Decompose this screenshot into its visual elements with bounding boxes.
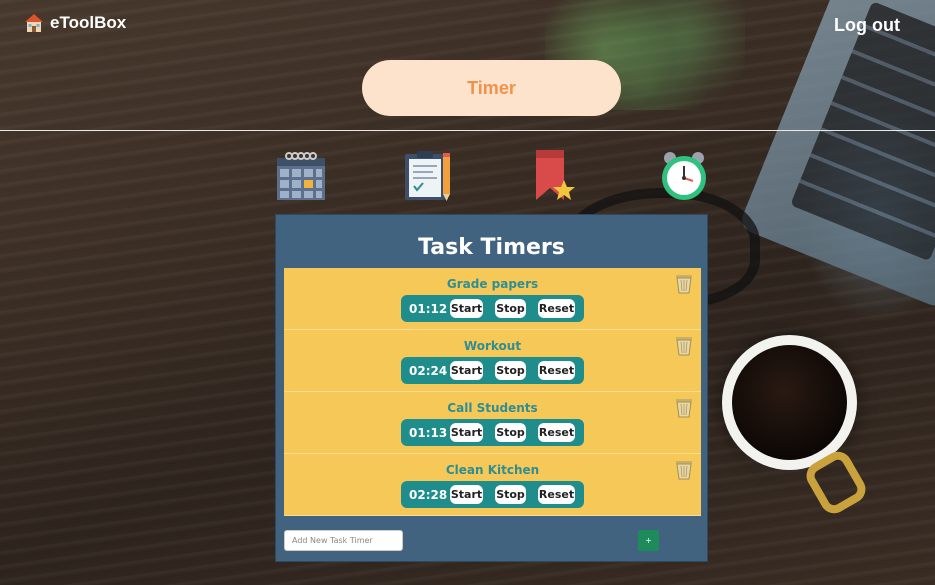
timer-controls: 02:24 Start Stop Reset xyxy=(401,357,584,384)
brand-name: eToolBox xyxy=(50,13,127,32)
timer-controls: 02:28 Start Stop Reset xyxy=(401,481,584,508)
reset-button[interactable]: Reset xyxy=(538,423,575,442)
add-task-input[interactable] xyxy=(284,530,403,551)
bookmark-star-icon[interactable] xyxy=(532,150,584,202)
panel-title: Task Timers xyxy=(418,235,565,260)
calendar-icon[interactable] xyxy=(275,150,327,202)
add-task-button[interactable]: + xyxy=(638,530,659,551)
reset-button[interactable]: Reset xyxy=(538,485,575,504)
alarm-clock-icon[interactable] xyxy=(658,150,710,202)
tool-tab-timer[interactable]: Timer xyxy=(362,60,621,116)
stop-button[interactable]: Stop xyxy=(495,485,526,504)
header-divider xyxy=(0,130,935,131)
start-button[interactable]: Start xyxy=(450,423,483,442)
stop-button[interactable]: Stop xyxy=(495,423,526,442)
timer-display: 01:12 xyxy=(409,301,448,316)
timer-display: 02:28 xyxy=(409,487,448,502)
clipboard-checklist-icon[interactable] xyxy=(403,150,455,202)
start-button[interactable]: Start xyxy=(450,299,483,318)
task-name: Workout xyxy=(463,339,522,353)
logout-link[interactable]: Log out xyxy=(834,15,900,36)
task-list: Grade papers 01:12 Start Stop Reset Work… xyxy=(284,268,701,516)
task-row: Call Students 01:13 Start Stop Reset xyxy=(284,392,701,454)
reset-button[interactable]: Reset xyxy=(538,361,575,380)
trash-icon[interactable] xyxy=(675,460,693,480)
background-coffee-cup xyxy=(722,335,857,470)
brand-logo[interactable]: eToolBox xyxy=(24,13,126,33)
timer-display: 02:24 xyxy=(409,363,448,378)
house-icon xyxy=(25,14,43,32)
task-name: Clean Kitchen xyxy=(445,463,540,477)
task-row: Workout 02:24 Start Stop Reset xyxy=(284,330,701,392)
trash-icon[interactable] xyxy=(675,274,693,294)
stop-button[interactable]: Stop xyxy=(495,299,526,318)
task-name: Call Students xyxy=(447,401,538,415)
task-name: Grade papers xyxy=(446,277,539,291)
stop-button[interactable]: Stop xyxy=(495,361,526,380)
timer-controls: 01:13 Start Stop Reset xyxy=(401,419,584,446)
start-button[interactable]: Start xyxy=(450,485,483,504)
start-button[interactable]: Start xyxy=(450,361,483,380)
background-laptop xyxy=(738,0,935,310)
timer-display: 01:13 xyxy=(409,425,448,440)
reset-button[interactable]: Reset xyxy=(538,299,575,318)
trash-icon[interactable] xyxy=(675,336,693,356)
timer-controls: 01:12 Start Stop Reset xyxy=(401,295,584,322)
trash-icon[interactable] xyxy=(675,398,693,418)
task-timers-panel: Task Timers Grade papers 01:12 Start Sto… xyxy=(275,214,708,562)
task-row: Clean Kitchen 02:28 Start Stop Reset xyxy=(284,454,701,516)
task-row: Grade papers 01:12 Start Stop Reset xyxy=(284,268,701,330)
